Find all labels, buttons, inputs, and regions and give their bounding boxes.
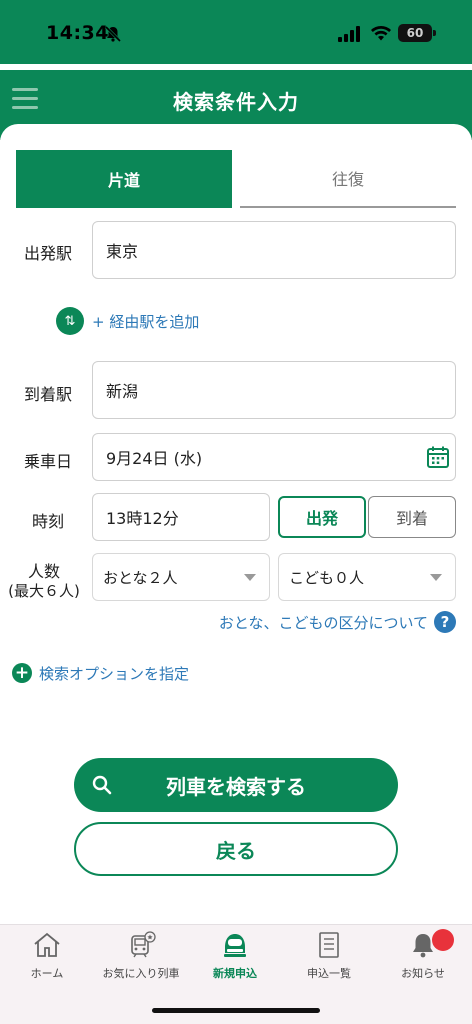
- home-icon: [34, 932, 60, 957]
- search-options-link[interactable]: 検索オプションを指定: [39, 663, 189, 684]
- home-indicator: [152, 1008, 320, 1013]
- departure-station-label: 出発駅: [23, 244, 72, 263]
- passenger-category-link[interactable]: おとな、こどもの区分について: [219, 612, 428, 633]
- add-via-station-link[interactable]: + 経由駅を追加: [92, 311, 199, 332]
- nav-label-notifications: お知らせ: [401, 967, 445, 980]
- dropdown-caret-icon: [244, 574, 256, 581]
- children-select[interactable]: こども０人: [278, 553, 456, 601]
- boarding-date-field[interactable]: 9月24日 (水): [92, 433, 456, 481]
- nav-item-home[interactable]: ホーム: [0, 931, 94, 981]
- swap-stations-icon[interactable]: ⇅: [56, 307, 84, 335]
- departure-time-toggle[interactable]: 出発: [278, 496, 366, 538]
- nav-item-favorite-trains[interactable]: お気に入り列車: [94, 931, 188, 981]
- page-title: 検索条件入力: [173, 90, 299, 114]
- nav-label-home: ホーム: [30, 967, 64, 980]
- favorite-train-icon: [131, 931, 156, 958]
- tab-round-trip[interactable]: 往復: [240, 150, 456, 208]
- status-bar: 14:34 60: [0, 0, 472, 64]
- time-label: 時刻: [31, 512, 64, 531]
- notification-badge: [432, 929, 454, 951]
- search-trains-label: 列車を検索する: [166, 774, 306, 799]
- help-icon[interactable]: ?: [434, 611, 456, 633]
- signal-icon: [338, 26, 360, 42]
- silent-bell-icon: [104, 25, 122, 43]
- adults-select-value: おとな２人: [103, 568, 178, 587]
- arrival-time-toggle[interactable]: 到着: [368, 496, 456, 538]
- time-field[interactable]: 13時12分: [92, 493, 270, 541]
- search-trains-button[interactable]: 列車を検索する: [74, 758, 398, 812]
- passengers-label: 人数: [27, 562, 60, 581]
- search-icon: [92, 775, 112, 795]
- dropdown-caret-icon: [430, 574, 442, 581]
- plus-circle-icon[interactable]: +: [12, 663, 32, 683]
- passengers-max-label: (最大６人): [8, 582, 80, 600]
- nav-item-application-list[interactable]: 申込一覧: [282, 931, 376, 981]
- calendar-icon[interactable]: [426, 445, 450, 469]
- nav-item-new-application[interactable]: 新規申込: [188, 931, 282, 981]
- arrival-station-label: 到着駅: [23, 385, 72, 404]
- tab-one-way[interactable]: 片道: [16, 150, 232, 208]
- adults-select[interactable]: おとな２人: [92, 553, 270, 601]
- wifi-icon: [371, 26, 391, 41]
- back-button[interactable]: 戻る: [74, 822, 398, 876]
- battery-indicator: 60: [398, 24, 436, 42]
- boarding-date-label: 乗車日: [23, 452, 72, 471]
- nav-label-application-list: 申込一覧: [307, 967, 351, 980]
- nav-label-favorite-trains: お気に入り列車: [102, 967, 180, 980]
- departure-station-field[interactable]: 東京: [92, 221, 456, 279]
- application-list-icon: [319, 932, 339, 958]
- status-time: 14:34: [46, 22, 109, 44]
- children-select-value: こども０人: [289, 568, 365, 587]
- nav-label-new-application: 新規申込: [213, 967, 257, 980]
- new-application-icon: [224, 934, 246, 957]
- nav-item-notifications[interactable]: お知らせ: [376, 929, 470, 981]
- arrival-station-field[interactable]: 新潟: [92, 361, 456, 419]
